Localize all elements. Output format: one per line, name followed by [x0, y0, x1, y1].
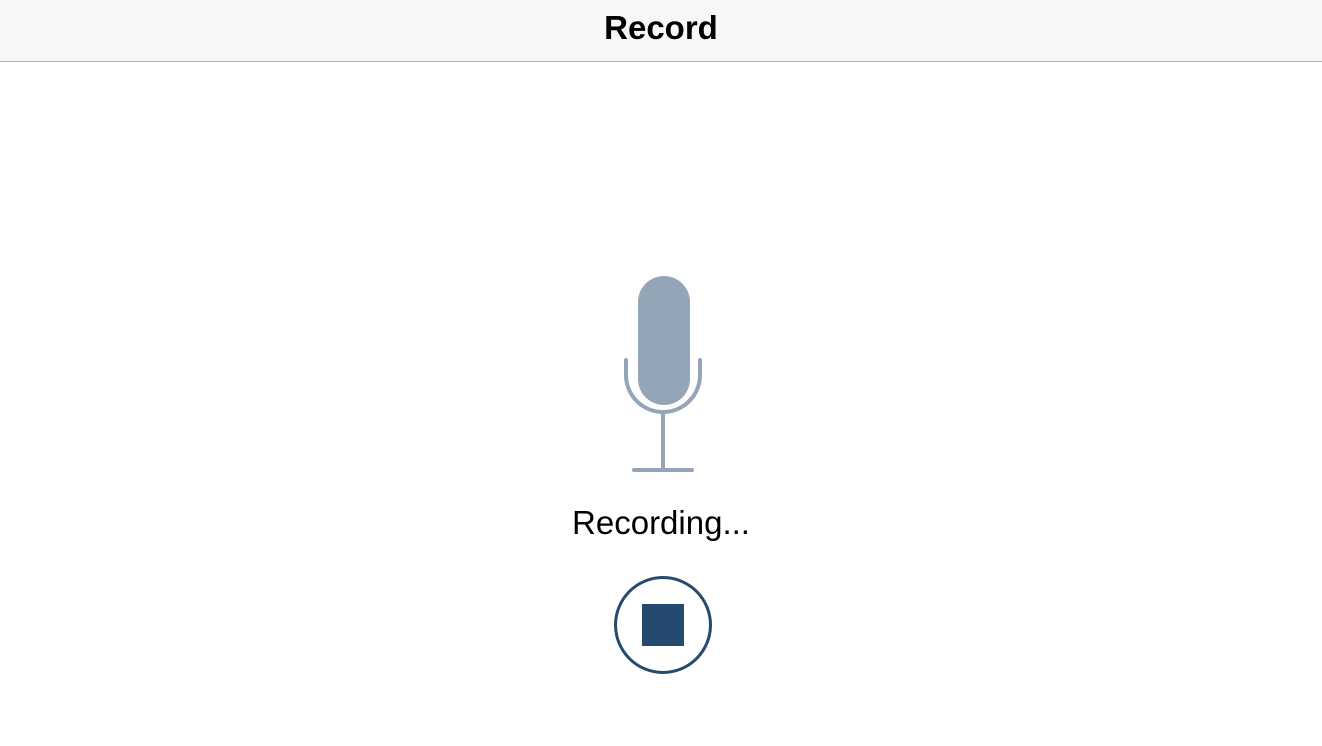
stop-recording-button[interactable]: [614, 576, 712, 674]
page-title: Record: [604, 9, 718, 46]
stop-icon: [642, 604, 684, 646]
microphone-icon: [624, 276, 702, 472]
recording-status: Recording...: [572, 504, 750, 541]
navigation-bar: Record: [0, 0, 1322, 62]
